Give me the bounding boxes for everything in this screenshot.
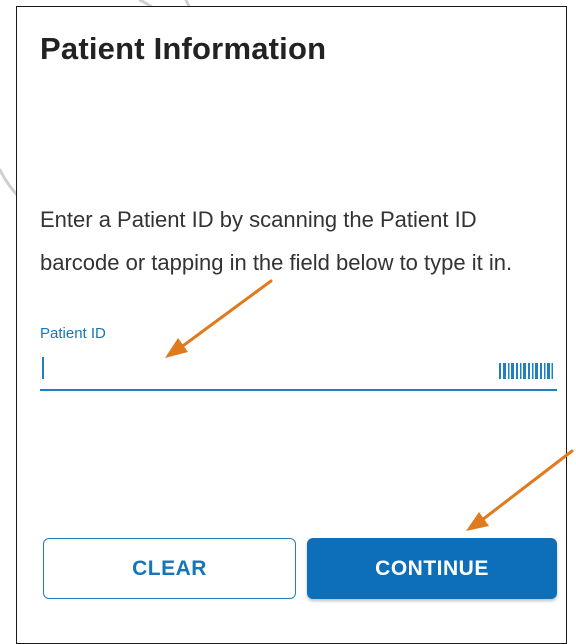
barcode-icon[interactable] — [499, 363, 553, 379]
patient-id-field[interactable] — [40, 349, 557, 391]
continue-button[interactable]: CONTINUE — [307, 538, 557, 599]
patient-id-label: Patient ID — [40, 325, 106, 342]
clear-button[interactable]: CLEAR — [43, 538, 296, 599]
text-caret — [42, 357, 44, 379]
page-title: Patient Information — [40, 31, 327, 66]
instructions-text: Enter a Patient ID by scanning the Patie… — [40, 207, 513, 275]
patient-information-panel: Patient Information Enter a Patient ID b… — [16, 6, 567, 644]
